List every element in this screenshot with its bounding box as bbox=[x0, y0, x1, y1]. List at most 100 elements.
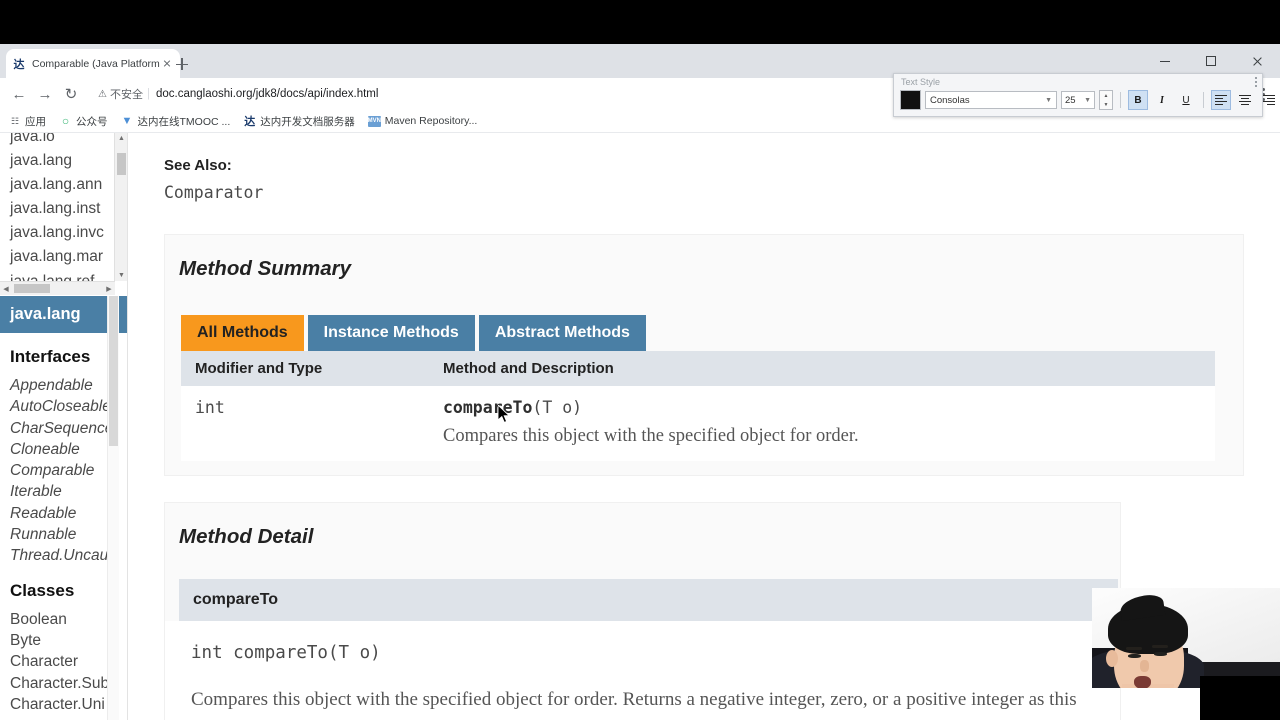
font-size-value: 25 bbox=[1065, 94, 1076, 106]
bookmark-gongzhonghao[interactable]: ○ 公众号 bbox=[59, 114, 108, 129]
bookmark-label: Maven Repository... bbox=[384, 115, 478, 127]
column-header-modifier-and-type: Modifier and Type bbox=[195, 360, 323, 377]
package-list-horizontal-scrollbar[interactable]: ◀ ▶ bbox=[0, 281, 115, 295]
bookmark-label: 应用 bbox=[25, 115, 46, 128]
green-circle-icon: ○ bbox=[61, 114, 70, 128]
column-header-method-and-description: Method and Description bbox=[443, 360, 614, 377]
font-color-swatch[interactable] bbox=[900, 90, 921, 110]
table-row: int compareTo(T o) Compares this object … bbox=[181, 386, 1215, 461]
webcam-nose bbox=[1140, 660, 1149, 672]
cell-method-and-description: compareTo(T o) Compares this object with… bbox=[443, 398, 1215, 447]
current-package-label: java.lang bbox=[10, 305, 81, 323]
browser-window: 达 Comparable (Java Platform SE ← → ↻ ⚠ 不… bbox=[0, 44, 1280, 720]
package-item[interactable]: java.lang.inst bbox=[0, 197, 112, 221]
browser-tab[interactable]: 达 Comparable (Java Platform SE bbox=[6, 49, 180, 78]
scrollbar-thumb[interactable] bbox=[14, 284, 50, 293]
screen-root: 达 Comparable (Java Platform SE ← → ↻ ⚠ 不… bbox=[0, 0, 1280, 720]
tab-title: Comparable (Java Platform SE bbox=[32, 57, 160, 70]
method-params: (T o) bbox=[532, 398, 583, 417]
package-item[interactable]: java.lang.invc bbox=[0, 221, 112, 245]
bookmark-docserver[interactable]: 达 达内开发文档服务器 bbox=[243, 114, 355, 129]
method-detail-title: Method Detail bbox=[179, 525, 314, 548]
page-viewport: java.io java.lang java.lang.ann java.lan… bbox=[0, 133, 1280, 720]
sidebar: java.io java.lang java.lang.ann java.lan… bbox=[0, 133, 128, 720]
webcam-eye-right bbox=[1154, 652, 1167, 656]
webcam-mouth bbox=[1134, 676, 1151, 688]
bookmark-tmooc[interactable]: ▼ 达内在线TMOOC ... bbox=[121, 114, 231, 129]
bookmark-label: 达内开发文档服务器 bbox=[260, 115, 355, 128]
tab-all-methods[interactable]: All Methods bbox=[181, 315, 304, 351]
reload-icon[interactable]: ↻ bbox=[58, 81, 84, 107]
new-tab-button[interactable] bbox=[172, 54, 192, 74]
bookmark-label: 公众号 bbox=[76, 115, 108, 128]
bookmark-maven[interactable]: MVN Maven Repository... bbox=[367, 115, 478, 128]
letterbox-top bbox=[0, 0, 1280, 44]
package-item[interactable]: java.lang.ann bbox=[0, 173, 112, 197]
scrollbar-thumb[interactable] bbox=[109, 296, 118, 446]
align-center-button[interactable] bbox=[1235, 90, 1255, 110]
align-right-icon bbox=[1263, 94, 1275, 106]
site-favicon-icon: 达 bbox=[13, 58, 25, 71]
italic-button[interactable]: I bbox=[1152, 90, 1172, 110]
underline-button[interactable]: U bbox=[1176, 90, 1196, 110]
webcam-ear bbox=[1106, 650, 1118, 667]
method-detail-paragraph: Compares this object with the specified … bbox=[191, 689, 1077, 720]
scrollbar-thumb[interactable] bbox=[117, 153, 126, 175]
table-header-row: Modifier and Type Method and Description bbox=[181, 351, 1215, 386]
bold-icon: B bbox=[1134, 94, 1142, 106]
package-item[interactable]: java.io bbox=[0, 133, 112, 149]
method-detail-body: int compareTo(T o) Compares this object … bbox=[165, 621, 1120, 720]
font-family-value: Consolas bbox=[930, 94, 970, 106]
font-family-select[interactable]: Consolas ▼ bbox=[925, 91, 1057, 109]
maven-icon: MVN bbox=[367, 115, 381, 128]
bookmark-apps[interactable]: ☷ 应用 bbox=[8, 114, 46, 129]
stepper-down-icon[interactable]: ▼ bbox=[1100, 100, 1112, 109]
align-right-button[interactable] bbox=[1259, 90, 1279, 110]
toolbar-divider bbox=[1203, 92, 1204, 108]
bookmark-label: 达内在线TMOOC ... bbox=[137, 115, 231, 128]
mouse-cursor-icon bbox=[498, 405, 511, 423]
back-icon[interactable]: ← bbox=[6, 81, 32, 107]
not-secure-warning-icon: ⚠ bbox=[98, 88, 107, 100]
method-summary-title: Method Summary bbox=[179, 257, 351, 280]
method-detail-signature: int compareTo(T o) bbox=[191, 643, 381, 663]
method-summary-table: Modifier and Type Method and Description… bbox=[181, 351, 1215, 461]
class-list-scrollbar[interactable] bbox=[107, 296, 119, 720]
underline-icon: U bbox=[1182, 94, 1190, 106]
cell-modifier-and-type: int bbox=[195, 398, 225, 417]
forward-icon[interactable]: → bbox=[32, 81, 58, 107]
package-list: java.io java.lang java.lang.ann java.lan… bbox=[0, 133, 112, 295]
font-size-select[interactable]: 25 ▼ bbox=[1061, 91, 1095, 109]
toolbar-options-icon[interactable] bbox=[1255, 77, 1257, 87]
method-description: Compares this object with the specified … bbox=[443, 426, 859, 446]
method-detail-anchor-bar: compareTo bbox=[179, 579, 1118, 621]
package-list-vertical-scrollbar[interactable]: ▲ ▼ bbox=[114, 133, 128, 281]
stepper-up-icon[interactable]: ▲ bbox=[1100, 91, 1112, 100]
tab-abstract-methods[interactable]: Abstract Methods bbox=[478, 315, 646, 351]
method-signature: compareTo(T o) bbox=[443, 398, 1215, 417]
tab-instance-methods[interactable]: Instance Methods bbox=[307, 315, 475, 351]
see-also-link[interactable]: Comparator bbox=[164, 183, 1280, 202]
apps-grid-icon: ☷ bbox=[10, 115, 19, 126]
align-left-button[interactable] bbox=[1211, 90, 1231, 110]
webcam-brow-right bbox=[1152, 645, 1168, 648]
package-item[interactable]: java.lang.mar bbox=[0, 245, 112, 269]
bold-button[interactable]: B bbox=[1128, 90, 1148, 110]
omnibox-separator: | bbox=[146, 88, 150, 100]
italic-icon: I bbox=[1160, 94, 1164, 106]
presenter-webcam-overlay bbox=[1092, 588, 1280, 688]
blue-funnel-icon: ▼ bbox=[121, 115, 133, 127]
font-size-stepper[interactable]: ▲ ▼ bbox=[1099, 90, 1113, 110]
text-style-controls: Consolas ▼ 25 ▼ ▲ ▼ B I U bbox=[900, 90, 1280, 110]
method-detail-block: Method Detail compareTo int compareTo(T … bbox=[164, 502, 1121, 720]
chevron-down-icon: ▼ bbox=[1084, 96, 1091, 104]
text-style-toolbar-title: Text Style bbox=[901, 77, 941, 87]
webcam-brow-left bbox=[1126, 647, 1142, 650]
package-item[interactable]: java.lang bbox=[0, 149, 112, 173]
da-logo-icon: 达 bbox=[244, 116, 256, 128]
chevron-down-icon: ▼ bbox=[1045, 96, 1052, 104]
scroll-right-icon[interactable]: ▶ bbox=[103, 282, 115, 295]
text-style-toolbar: Text Style Consolas ▼ 25 ▼ ▲ ▼ B I U bbox=[893, 73, 1275, 117]
scroll-left-icon[interactable]: ◀ bbox=[0, 282, 12, 295]
method-name-link[interactable]: compareTo bbox=[443, 398, 532, 417]
